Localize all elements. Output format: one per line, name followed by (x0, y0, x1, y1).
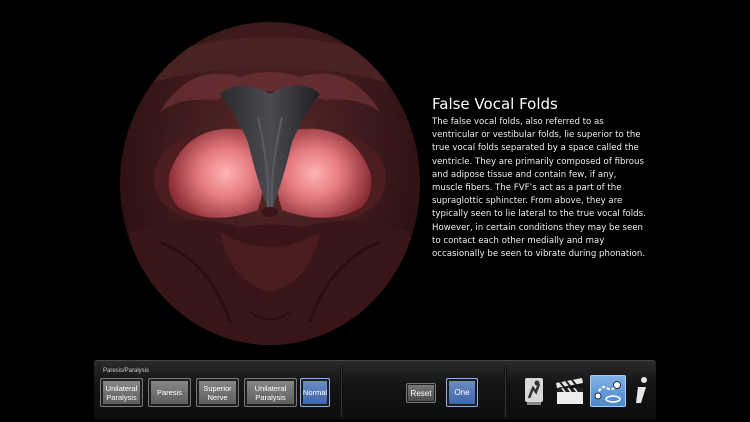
info-icon[interactable] (630, 375, 652, 407)
info-body: The false vocal folds, also referred to … (432, 117, 646, 260)
larynx-illustration (120, 37, 420, 345)
info-panel: False Vocal Folds The false vocal folds,… (432, 94, 647, 261)
map-icon[interactable] (590, 375, 626, 407)
info-title: False Vocal Folds (432, 95, 558, 113)
bottom-toolbar: Paresis/Paralysis Unilateral Paralysis P… (94, 360, 656, 420)
unilateral-paralysis-button[interactable]: Unilateral Paralysis (100, 378, 143, 407)
paresis-button[interactable]: Paresis (148, 378, 191, 407)
normal-button[interactable]: Normal (300, 378, 330, 407)
clapperboard-icon[interactable] (554, 375, 586, 407)
larynx-viewer (120, 22, 420, 345)
reset-button[interactable]: Reset (406, 383, 436, 403)
superior-nerve-button[interactable]: Superior Nerve (196, 378, 239, 407)
group-label: Paresis/Paralysis (103, 368, 150, 374)
toolbar-divider (504, 365, 507, 417)
flexibility-tool-icon[interactable] (518, 375, 550, 407)
unilateral-paralysis-2-button[interactable]: Unilateral Paralysis (244, 378, 297, 407)
toolbar-divider (340, 365, 343, 417)
one-button[interactable]: One (446, 378, 478, 407)
